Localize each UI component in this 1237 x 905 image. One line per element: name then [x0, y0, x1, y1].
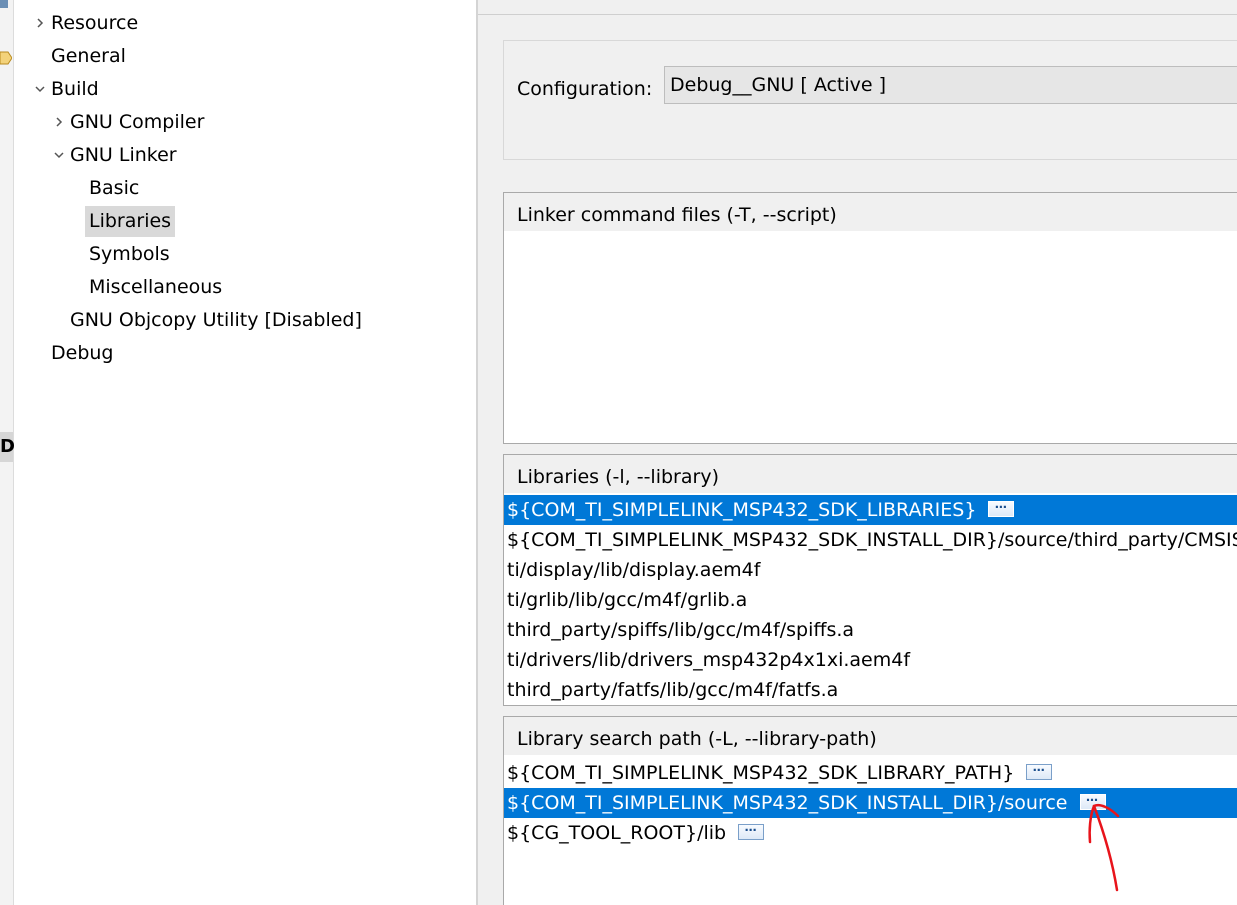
list-item-text: ti/grlib/lib/gcc/m4f/grlib.a: [507, 589, 748, 611]
tree-item-label: Build: [51, 78, 99, 100]
tree-item-label: Debug: [51, 342, 114, 364]
tree-item-label: Miscellaneous: [89, 276, 223, 298]
variable-browse-button[interactable]: ⋯: [738, 823, 765, 840]
tree-item-label: GNU Objcopy Utility [Disabled]: [70, 309, 362, 331]
tree-item-label: GNU Compiler: [70, 111, 205, 133]
tree-item-miscellaneous[interactable]: Miscellaneous: [85, 271, 226, 304]
list-item[interactable]: ti/display/lib/display.aem4f: [504, 555, 1237, 585]
list-item-text: ${CG_TOOL_ROOT}/lib: [507, 822, 727, 844]
tree-item-libraries[interactable]: Libraries: [85, 205, 176, 238]
tree-item-debug[interactable]: Debug: [47, 337, 117, 370]
libraries-rows: ${COM_TI_SIMPLELINK_MSP432_SDK_LIBRARIES…: [504, 495, 1237, 705]
tree-item-gnu-objcopy-utility-disabled[interactable]: GNU Objcopy Utility [Disabled]: [66, 304, 366, 337]
tree-item-general[interactable]: General: [47, 40, 130, 73]
list-item[interactable]: ti/drivers/lib/drivers_msp432p4x1xi.aem4…: [504, 645, 1237, 675]
libraries-title: Libraries (-l, --library): [504, 455, 1237, 493]
toolbar-fragment: [0, 0, 8, 8]
list-item-text: ti/drivers/lib/drivers_msp432p4x1xi.aem4…: [507, 649, 911, 671]
list-item-text: ${COM_TI_SIMPLELINK_MSP432_SDK_LIBRARY_P…: [507, 762, 1015, 784]
chevron-right-icon[interactable]: [34, 7, 48, 40]
list-item-text: ti/display/lib/display.aem4f: [507, 559, 761, 581]
library-search-path-title: Library search path (-L, --library-path): [504, 717, 1237, 755]
edge-text-fragment: D: [0, 432, 15, 462]
chevron-down-icon[interactable]: [53, 139, 67, 172]
list-item[interactable]: ti/grlib/lib/gcc/m4f/grlib.a: [504, 585, 1237, 615]
tree-item-basic[interactable]: Basic: [85, 172, 143, 205]
tree-item-label: Libraries: [85, 206, 176, 237]
property-tree: Resource General Build GNU Compiler GNU Link…: [14, 0, 476, 905]
tree-item-label: Resource: [51, 12, 139, 34]
list-item-text: ${COM_TI_SIMPLELINK_MSP432_SDK_INSTALL_D…: [507, 792, 1068, 814]
folder-arrow-icon: [0, 46, 13, 74]
variable-browse-button[interactable]: ⋯: [988, 500, 1015, 517]
tree-item-symbols[interactable]: Symbols: [85, 238, 174, 271]
list-item[interactable]: third_party/fatfs/lib/gcc/m4f/fatfs.a: [504, 675, 1237, 705]
chevron-right-icon[interactable]: [53, 106, 67, 139]
tree-item-label: Basic: [89, 177, 140, 199]
list-item-text: ${COM_TI_SIMPLELINK_MSP432_SDK_INSTALL_D…: [507, 529, 1237, 551]
configuration-label: Configuration:: [517, 78, 653, 100]
list-item[interactable]: ${COM_TI_SIMPLELINK_MSP432_SDK_LIBRARIES…: [504, 495, 1237, 525]
list-item[interactable]: ${COM_TI_SIMPLELINK_MSP432_SDK_LIBRARY_P…: [504, 758, 1237, 788]
tree-item-label: Symbols: [89, 243, 170, 265]
libraries-list[interactable]: Libraries (-l, --library) ${COM_TI_SIMPL…: [503, 454, 1237, 706]
tree-item-label: General: [51, 45, 126, 67]
tree-item-build[interactable]: Build: [47, 73, 103, 106]
left-edge-strip: D: [0, 0, 15, 905]
linker-command-files-list[interactable]: Linker command files (-T, --script): [503, 192, 1237, 444]
variable-browse-button[interactable]: ⋯: [1026, 763, 1053, 780]
red-arrow-annotation: [1080, 790, 1140, 904]
tree-item-resource[interactable]: Resource: [47, 7, 142, 40]
linker-command-files-title: Linker command files (-T, --script): [504, 193, 1237, 231]
tree-item-gnu-linker[interactable]: GNU Linker: [66, 139, 181, 172]
tree-item-gnu-compiler[interactable]: GNU Compiler: [66, 106, 208, 139]
list-item[interactable]: third_party/spiffs/lib/gcc/m4f/spiffs.a: [504, 615, 1237, 645]
list-item-text: ${COM_TI_SIMPLELINK_MSP432_SDK_LIBRARIES…: [507, 499, 977, 521]
chevron-down-icon[interactable]: [34, 73, 48, 106]
list-item-text: third_party/fatfs/lib/gcc/m4f/fatfs.a: [507, 679, 839, 701]
page-title-band: [478, 0, 1237, 15]
list-item[interactable]: ${COM_TI_SIMPLELINK_MSP432_SDK_INSTALL_D…: [504, 525, 1237, 555]
configuration-combo[interactable]: Debug__GNU [ Active ]: [664, 66, 1237, 104]
list-item-text: third_party/spiffs/lib/gcc/m4f/spiffs.a: [507, 619, 855, 641]
tree-item-label: GNU Linker: [70, 144, 177, 166]
